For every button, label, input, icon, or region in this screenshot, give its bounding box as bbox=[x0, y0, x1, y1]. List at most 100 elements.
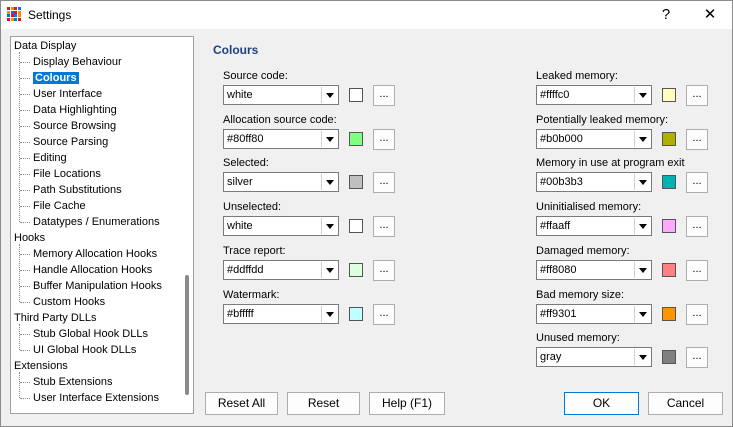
chevron-down-icon[interactable] bbox=[321, 87, 337, 103]
reset-button[interactable]: Reset bbox=[287, 392, 360, 415]
colour-dropdown-value: #ffffc0 bbox=[540, 89, 570, 101]
tree-item[interactable]: Third Party DLLs bbox=[14, 310, 97, 326]
tree-item[interactable]: Hooks bbox=[14, 230, 45, 246]
colour-picker-button[interactable]: ... bbox=[686, 347, 708, 369]
colour-dropdown[interactable]: white bbox=[223, 216, 339, 237]
chevron-down-icon[interactable] bbox=[321, 261, 337, 278]
tree-item[interactable]: UI Global Hook DLLs bbox=[31, 342, 136, 358]
tree-item[interactable]: Memory Allocation Hooks bbox=[31, 246, 157, 262]
colour-picker-button[interactable]: ... bbox=[373, 259, 395, 281]
colour-dropdown-value: white bbox=[227, 220, 253, 233]
colour-field-label: Selected: bbox=[223, 157, 269, 170]
tree-item[interactable]: Source Browsing bbox=[31, 118, 116, 134]
title-bar[interactable]: Settings ? ✕ bbox=[1, 1, 732, 29]
colour-field-label: Bad memory size: bbox=[536, 288, 625, 301]
chevron-down-icon[interactable] bbox=[321, 130, 337, 147]
colour-dropdown[interactable]: #ffffc0 bbox=[536, 85, 652, 105]
colour-dropdown-value: silver bbox=[227, 176, 253, 189]
tree-item[interactable]: File Locations bbox=[31, 166, 101, 182]
colour-picker-button[interactable]: ... bbox=[686, 216, 708, 238]
chevron-down-icon[interactable] bbox=[634, 87, 650, 103]
colour-dropdown[interactable]: white bbox=[223, 85, 339, 105]
colour-dropdown[interactable]: #b0b000 bbox=[536, 128, 652, 149]
tree-item[interactable]: Colours bbox=[31, 70, 79, 86]
tree-item[interactable]: Stub Extensions bbox=[31, 374, 113, 390]
tree-item-label: Source Browsing bbox=[33, 120, 117, 132]
tree-item[interactable]: File Cache bbox=[31, 198, 86, 214]
cancel-button[interactable]: Cancel bbox=[648, 392, 723, 415]
chevron-down-icon[interactable] bbox=[634, 349, 650, 366]
reset-all-button[interactable]: Reset All bbox=[205, 392, 278, 415]
tree-connector-line bbox=[20, 222, 30, 223]
tree-item[interactable]: Data Display bbox=[14, 38, 76, 54]
chevron-down-icon[interactable] bbox=[634, 174, 650, 191]
help-button[interactable]: Help (F1) bbox=[369, 392, 445, 415]
tree-item-label: File Cache bbox=[33, 200, 86, 212]
tree-item-label: Handle Allocation Hooks bbox=[33, 264, 153, 276]
colour-dropdown[interactable]: silver bbox=[223, 172, 339, 193]
colour-picker-button[interactable]: ... bbox=[373, 172, 395, 194]
tree-item[interactable]: Path Substitutions bbox=[31, 182, 122, 198]
settings-tree[interactable]: Data Display Display Behaviour Colours User… bbox=[10, 36, 194, 414]
colour-dropdown[interactable]: #ff9301 bbox=[536, 303, 652, 324]
chevron-down-icon[interactable] bbox=[634, 305, 650, 322]
chevron-down-icon[interactable] bbox=[634, 218, 650, 235]
tree-connector-line bbox=[20, 270, 30, 271]
tree-item[interactable]: Extensions bbox=[14, 358, 68, 374]
help-icon[interactable]: ? bbox=[651, 4, 681, 26]
settings-window: Settings ? ✕ Data Display Display Behavio… bbox=[0, 0, 733, 427]
colour-swatch bbox=[662, 219, 676, 234]
colour-field-label: Damaged memory: bbox=[536, 244, 630, 257]
colour-picker-button[interactable]: ... bbox=[686, 85, 708, 106]
colour-picker-button[interactable]: ... bbox=[373, 85, 395, 106]
tree-item[interactable]: Buffer Manipulation Hooks bbox=[31, 278, 162, 294]
colour-swatch bbox=[662, 350, 676, 365]
close-icon[interactable]: ✕ bbox=[695, 4, 725, 26]
tree-item-label: Custom Hooks bbox=[33, 296, 106, 308]
colour-picker-button[interactable]: ... bbox=[686, 303, 708, 325]
colour-picker-button[interactable]: ... bbox=[373, 216, 395, 238]
ok-button[interactable]: OK bbox=[564, 392, 639, 415]
tree-connector-line bbox=[20, 190, 30, 191]
tree-item[interactable]: Handle Allocation Hooks bbox=[31, 262, 152, 278]
chevron-down-icon[interactable] bbox=[321, 174, 337, 191]
tree-item[interactable]: Source Parsing bbox=[31, 134, 108, 150]
colour-dropdown[interactable]: gray bbox=[536, 347, 652, 368]
colour-dropdown[interactable]: #00b3b3 bbox=[536, 172, 652, 193]
colour-swatch bbox=[662, 88, 676, 102]
tree-item[interactable]: Datatypes / Enumerations bbox=[31, 214, 160, 230]
colour-picker-button[interactable]: ... bbox=[373, 128, 395, 150]
colour-picker-button[interactable]: ... bbox=[686, 128, 708, 150]
tree-item[interactable]: Data Highlighting bbox=[31, 102, 117, 118]
tree-scrollbar-thumb[interactable] bbox=[185, 275, 189, 395]
tree-connector-line bbox=[20, 78, 30, 79]
chevron-down-icon[interactable] bbox=[321, 218, 337, 235]
chevron-down-icon[interactable] bbox=[634, 261, 650, 278]
colour-dropdown[interactable]: #ddffdd bbox=[223, 259, 339, 280]
colour-swatch bbox=[349, 88, 363, 102]
colour-field-label: Source code: bbox=[223, 70, 288, 82]
colour-picker-button[interactable]: ... bbox=[686, 172, 708, 194]
tree-connector-line bbox=[20, 142, 30, 143]
chevron-down-icon[interactable] bbox=[634, 130, 650, 147]
tree-item[interactable]: User Interface Extensions bbox=[31, 390, 159, 406]
colour-dropdown-value: #b0b000 bbox=[540, 132, 583, 145]
colour-picker-button[interactable]: ... bbox=[686, 259, 708, 281]
colour-dropdown[interactable]: #ffaaff bbox=[536, 216, 652, 237]
tree-item-label: Datatypes / Enumerations bbox=[33, 216, 160, 228]
colour-field-label: Allocation source code: bbox=[223, 113, 337, 126]
colour-swatch bbox=[349, 131, 363, 146]
tree-item[interactable]: Stub Global Hook DLLs bbox=[31, 326, 148, 342]
colour-dropdown[interactable]: #80ff80 bbox=[223, 128, 339, 149]
colour-dropdown[interactable]: #ff8080 bbox=[536, 259, 652, 280]
tree-item[interactable]: Display Behaviour bbox=[31, 54, 122, 70]
colour-dropdown-value: #ff9301 bbox=[540, 307, 577, 320]
tree-item[interactable]: Custom Hooks bbox=[31, 294, 105, 310]
tree-item[interactable]: User Interface bbox=[31, 86, 102, 102]
colour-dropdown[interactable]: #bfffff bbox=[223, 303, 339, 324]
colour-dropdown-value: #ff8080 bbox=[540, 263, 577, 276]
colour-picker-button[interactable]: ... bbox=[373, 303, 395, 325]
chevron-down-icon[interactable] bbox=[321, 305, 337, 322]
tree-item[interactable]: Editing bbox=[31, 150, 67, 166]
tree-item-label: Stub Extensions bbox=[33, 376, 113, 388]
